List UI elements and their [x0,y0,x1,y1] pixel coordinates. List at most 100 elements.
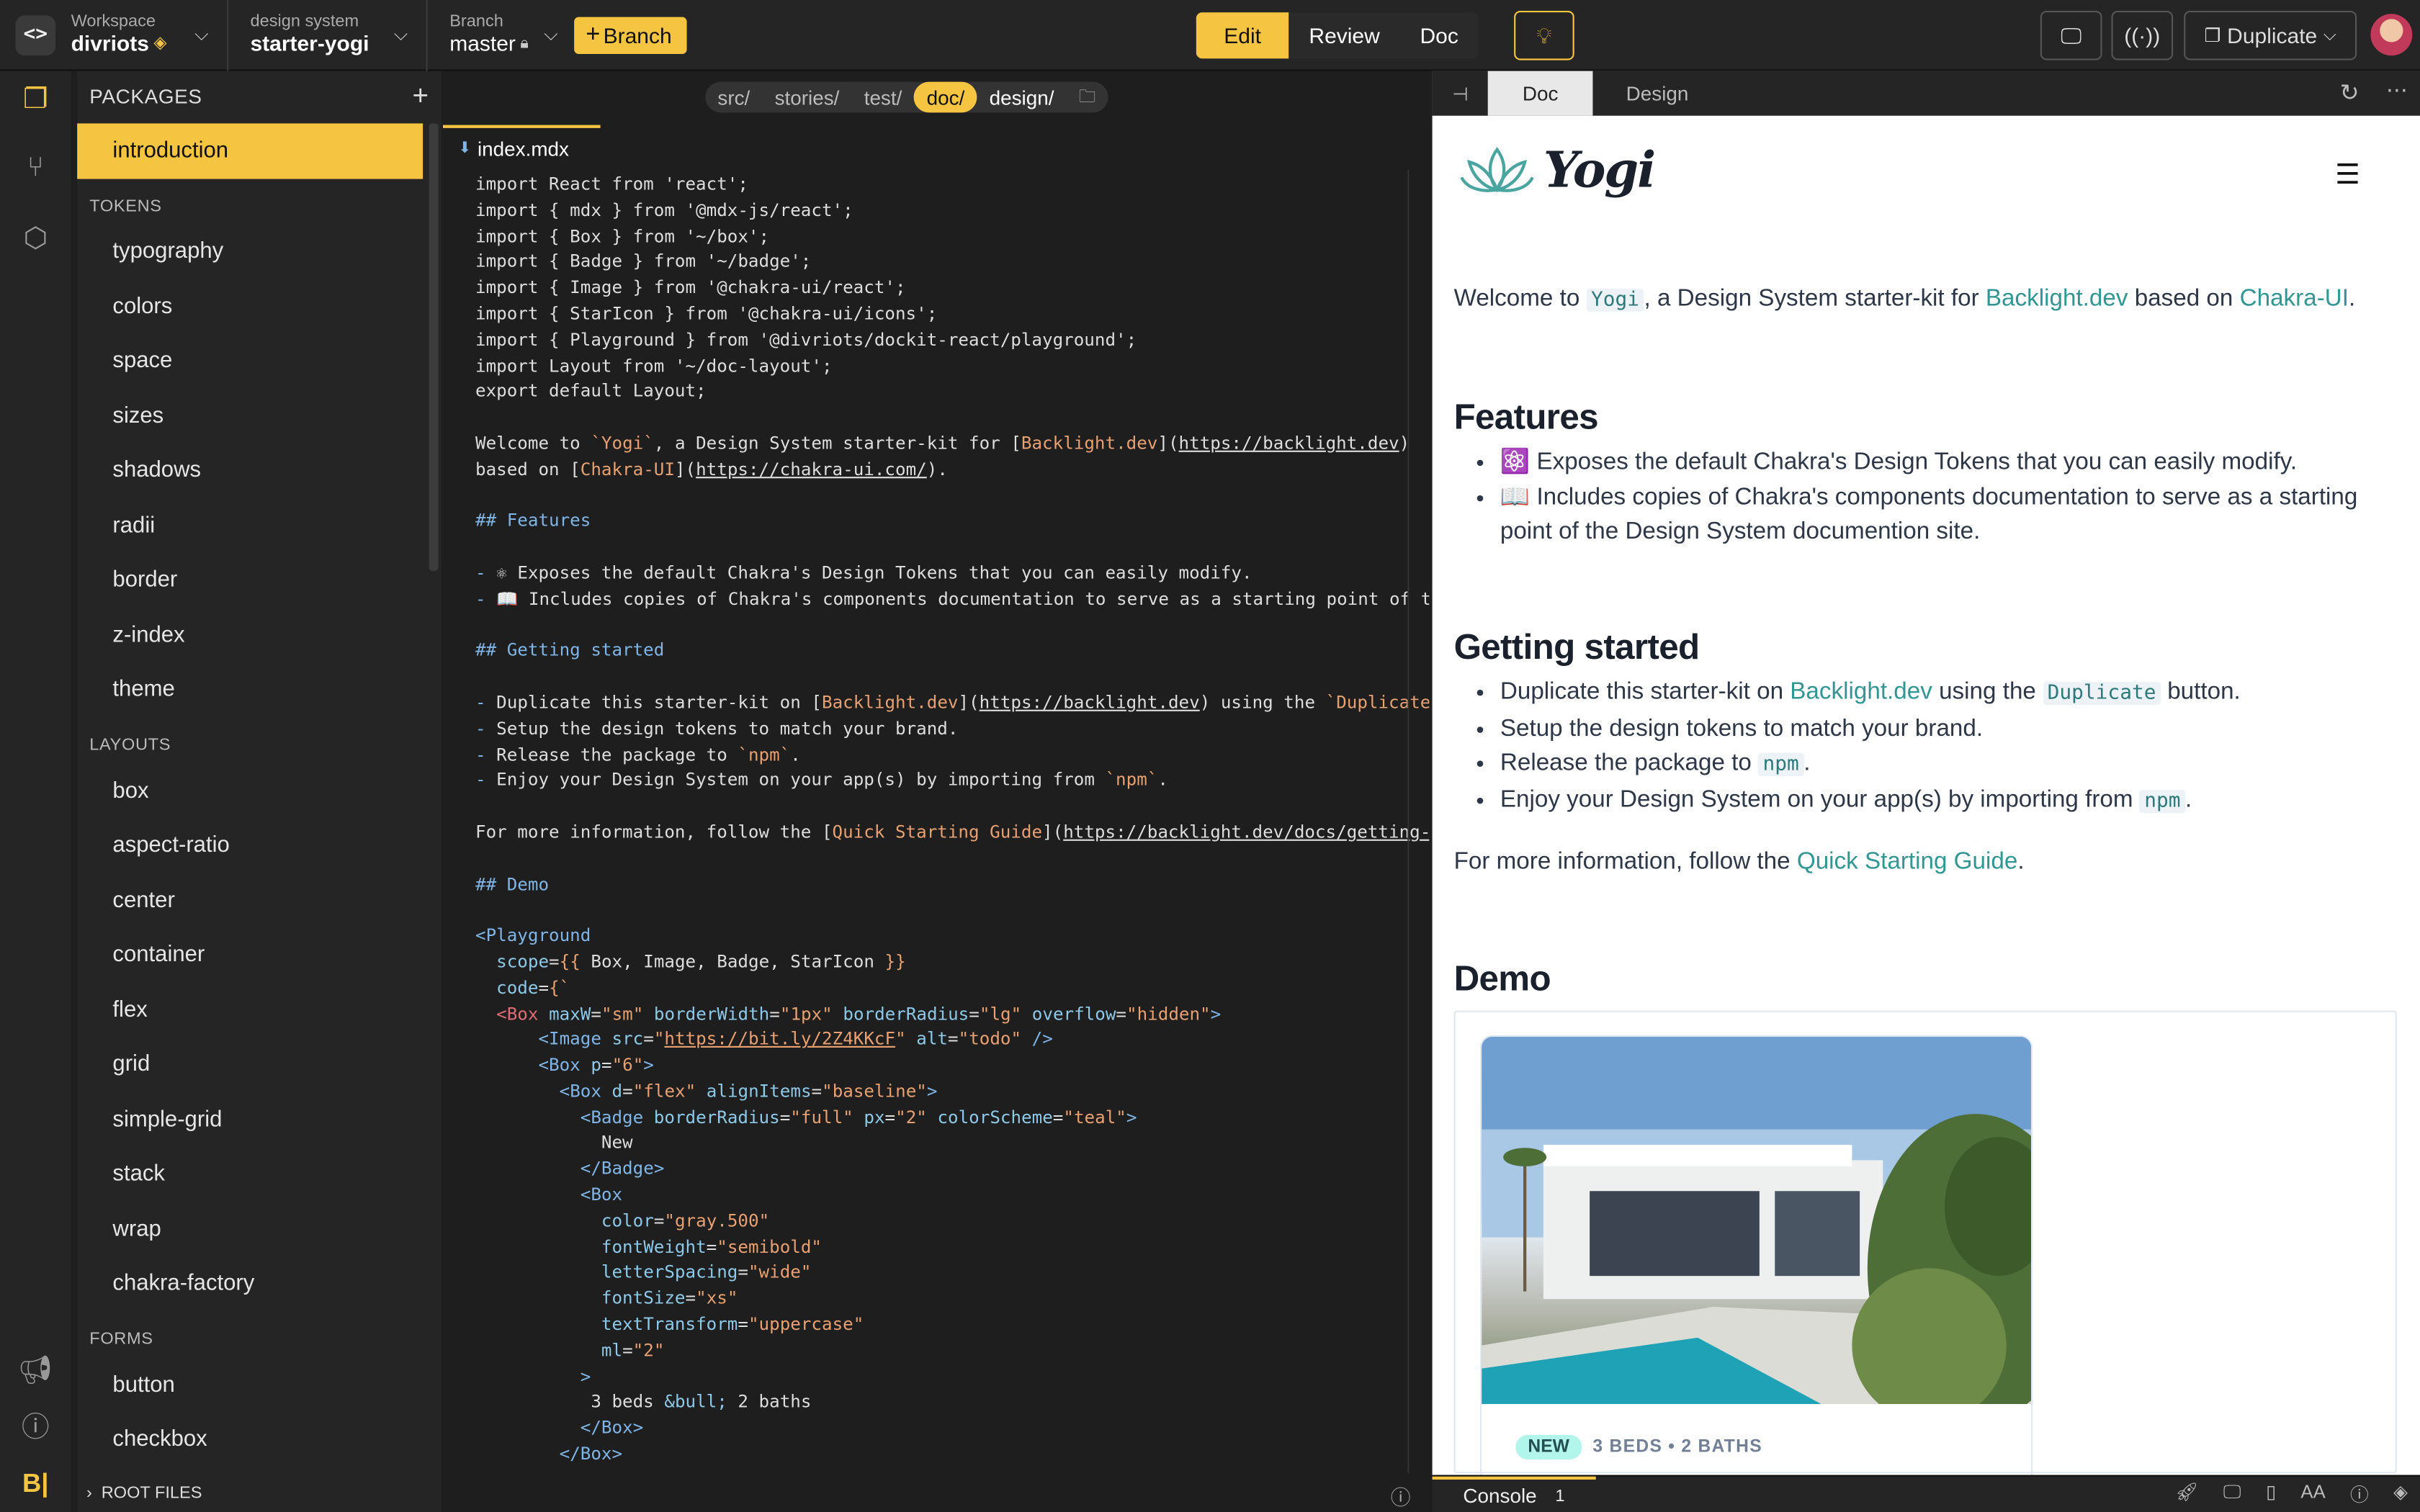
sidebar-item-introduction[interactable]: introduction [77,123,424,179]
workspace-selector[interactable]: Workspace divriots ◈ ⌵ [71,0,229,71]
sidebar-item-chakra-factory[interactable]: chakra-factory [77,1256,423,1311]
root-files-toggle[interactable]: › ROOT FILES [77,1475,442,1512]
branch-selector[interactable]: Branch master 🔒︎ ⌵ [428,0,558,70]
sidebar-scrollbar[interactable] [429,123,439,571]
crumb-doc[interactable]: doc/ [914,81,977,113]
code-content[interactable]: import React from 'react'; import { mdx }… [475,173,1429,1477]
new-branch-label: Branch [603,22,672,48]
crumb-design[interactable]: design/ [977,82,1066,113]
desktop-icon[interactable]: 🖵 [2223,1481,2241,1507]
sidebar-item-z-index[interactable]: z-index [77,608,423,662]
property-card: NEW 3 BEDS • 2 BATHS [1480,1035,2033,1475]
add-package-icon[interactable]: + [413,79,429,112]
tablet-icon[interactable]: ▯ [2266,1481,2276,1507]
sidebar-item-grid[interactable]: grid [77,1038,423,1092]
mode-edit-button[interactable]: Edit [1196,12,1289,59]
duplicate-label: Duplicate [2227,23,2318,48]
sidebar-item-aspect-ratio[interactable]: aspect-ratio [77,819,423,873]
sidebar-item-colors[interactable]: colors [77,279,423,334]
info-icon[interactable]: ⓘ [2350,1481,2369,1507]
sidebar-item-typography[interactable]: typography [77,225,423,279]
tab-doc[interactable]: Doc [1488,71,1592,116]
console-label: Console [1463,1484,1537,1508]
help-icon[interactable]: ⓘ [1391,1481,1411,1511]
packages-sidebar: PACKAGES + introduction TOKENS typograph… [77,71,442,1512]
sidebar-item-container[interactable]: container [77,928,423,983]
sidebar-item-center[interactable]: center [77,873,423,928]
theme-icon[interactable]: ◈ [2393,1481,2408,1507]
help-icon[interactable]: ⓘ [17,1407,54,1444]
preview-status-bar: Console 1 🚀︎ 🖵 ▯ AA ⓘ ◈ [1432,1475,2420,1512]
design-system-selector[interactable]: design system starter-yogi ⌵ [228,0,429,71]
link-backlight[interactable]: Backlight.dev [1790,679,1932,705]
console-tab[interactable]: Console 1 [1432,1475,1596,1512]
megaphone-icon[interactable]: 📢︎ [17,1351,54,1388]
list-item: Duplicate this starter-kit on Backlight.… [1500,676,2383,712]
link-quick-starting-guide[interactable]: Quick Starting Guide [1797,849,2017,875]
sidebar-item-simple-grid[interactable]: simple-grid [77,1092,423,1147]
brand-name: Yogi [1543,140,1656,199]
git-branch-icon[interactable]: ⑂ [17,148,54,185]
sidebar-item-border[interactable]: border [77,553,423,608]
branch-name: master [449,30,516,56]
sidebar-item-space[interactable]: space [77,334,423,389]
design-system-label: design system [250,12,359,31]
package-icon[interactable]: ⬡ [17,219,54,256]
mode-review-button[interactable]: Review [1289,12,1400,59]
refresh-icon[interactable]: ↻ [2340,78,2360,106]
font-size-icon[interactable]: AA [2300,1481,2325,1507]
workspace-label: Workspace [71,12,156,31]
crumb-src[interactable]: src/ [705,82,762,113]
chevron-down-icon: ⌵ [194,23,209,45]
lightbulb-button[interactable]: 💡︎ [1514,11,1574,60]
new-branch-button[interactable]: + Branch [573,16,688,53]
link-chakra-ui[interactable]: Chakra-UI [2240,285,2349,311]
files-icon[interactable]: ❐ [17,80,54,117]
app-logo-button[interactable]: <> [0,0,71,70]
pin-icon[interactable]: ⊣ [1433,83,1489,104]
file-tab-index-mdx[interactable]: ⬇ index.mdx [443,125,601,168]
duplicate-button[interactable]: ❐ Duplicate ⌵ [2184,11,2357,60]
code-brackets-icon: <> [15,14,56,55]
crumb-test[interactable]: test/ [852,82,915,113]
yogi-logo[interactable]: Yogi [1460,140,1656,199]
preview-button[interactable]: 🖵 [2040,11,2102,60]
rocket-icon[interactable]: 🚀︎ [2175,1481,2199,1507]
inline-code: Yogi [1586,289,1644,312]
house-photo [1482,1037,2031,1404]
preview-tabs: ⊣ Doc Design ↻ ⋯ [1432,71,2420,116]
sidebar-item-checkbox[interactable]: checkbox [77,1413,423,1467]
live-button[interactable]: ((·)) [2111,11,2174,60]
markdown-file-icon: ⬇ [458,139,472,157]
sidebar-item-shadows[interactable]: shadows [77,444,423,498]
inline-code: npm [2139,789,2185,813]
list-item: Release the package to npm. [1500,747,2383,783]
sidebar-item-theme[interactable]: theme [77,662,423,717]
tab-design[interactable]: Design [1592,71,1723,116]
chevron-right-icon: › [86,1484,92,1503]
mode-doc-button[interactable]: Doc [1399,12,1479,59]
link-backlight[interactable]: Backlight.dev [1986,285,2128,311]
top-bar: <> Workspace divriots ◈ ⌵ design system s… [0,0,2420,71]
sidebar-item-flex[interactable]: flex [77,983,423,1038]
crumb-stories[interactable]: stories/ [762,82,851,113]
menu-icon[interactable]: ☰ [2335,159,2363,192]
folder-icon[interactable]: 🗀 [1067,82,1108,113]
sidebar-item-button[interactable]: button [77,1358,423,1413]
chevron-down-icon: ⌵ [393,23,408,45]
sidebar-item-wrap[interactable]: wrap [77,1202,423,1256]
sidebar-item-box[interactable]: box [77,764,423,819]
sidebar-item-radii[interactable]: radii [77,498,423,553]
root-files-label: ROOT FILES [101,1484,202,1503]
getting-started-heading: Getting started [1453,626,1700,667]
inline-code: Duplicate [2043,682,2161,706]
user-avatar[interactable] [2370,14,2413,56]
editor-minimap-divider [1407,169,1410,1474]
more-icon[interactable]: ⋯ [2386,77,2408,103]
list-item: ⚛️ Exposes the default Chakra's Design T… [1500,446,2383,480]
design-system-name: starter-yogi [250,30,369,56]
status-icons: 🚀︎ 🖵 ▯ AA ⓘ ◈ [2175,1481,2408,1507]
sidebar-item-stack[interactable]: stack [77,1147,423,1202]
sidebar-item-sizes[interactable]: sizes [77,389,423,444]
chevron-down-icon: ⌵ [544,23,558,45]
